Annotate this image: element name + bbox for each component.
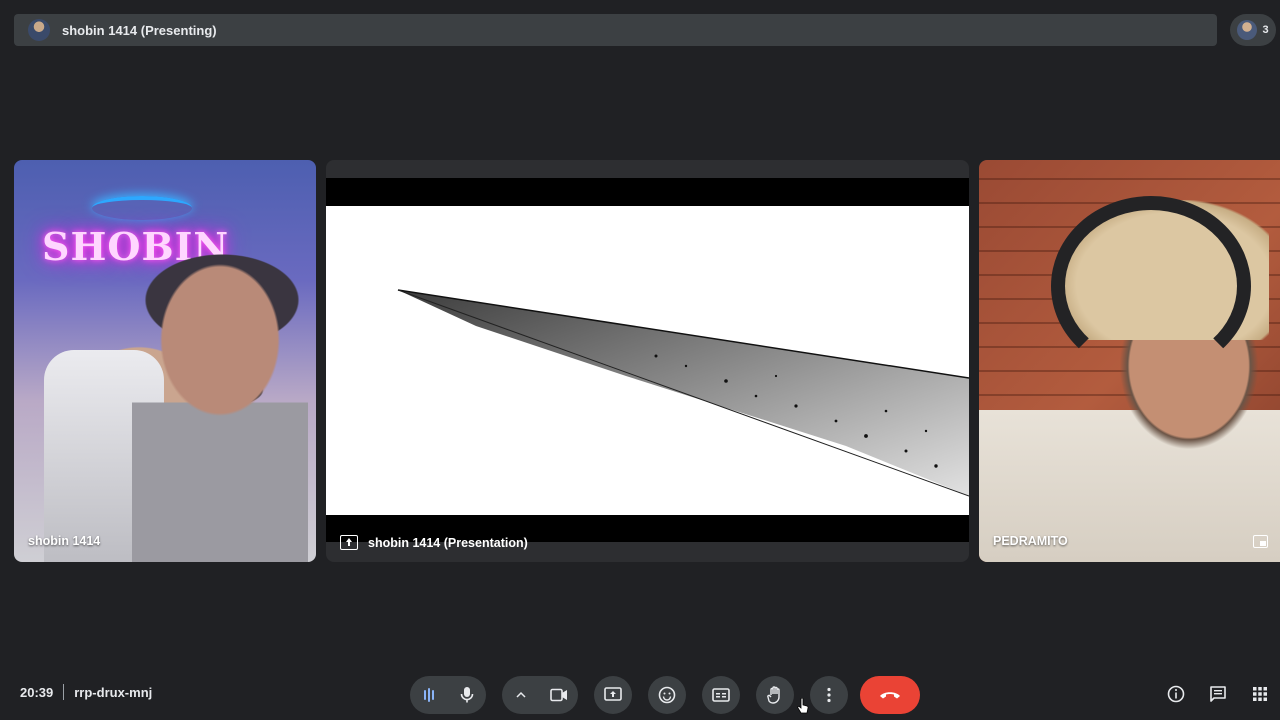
more-options-icon	[827, 687, 831, 703]
audio-controls	[410, 676, 486, 714]
emoji-icon	[658, 686, 676, 704]
chat-button[interactable]	[1208, 684, 1228, 704]
presenting-title: shobin 1414 (Presenting)	[62, 22, 217, 38]
participant-name: PEDRAMITO	[993, 534, 1068, 548]
meeting-details: 20:39 rrp-drux-mnj	[20, 684, 152, 700]
presenter-avatar	[28, 19, 50, 41]
knife-blade-image	[397, 289, 969, 497]
presenting-banner[interactable]: shobin 1414 (Presenting)	[14, 14, 1217, 46]
presentation-name: shobin 1414 (Presentation)	[368, 535, 528, 550]
participant-video	[132, 230, 308, 562]
end-call-icon	[880, 692, 900, 699]
more-options-button[interactable]	[810, 676, 848, 714]
participant-avatar	[1237, 20, 1258, 40]
neon-bird	[92, 196, 192, 220]
meeting-details-button[interactable]	[1166, 684, 1186, 704]
present-screen-button[interactable]	[594, 676, 632, 714]
info-icon	[1167, 685, 1185, 703]
captions-icon	[712, 688, 730, 702]
video-controls	[502, 676, 578, 714]
activities-button[interactable]	[1250, 684, 1270, 704]
participant-tile-shobin[interactable]: SHOBIN shobin 1414	[14, 160, 316, 562]
presentation-tile[interactable]: shobin 1414 (Presentation)	[326, 160, 969, 562]
audio-level-button[interactable]	[410, 676, 448, 714]
hand-cursor-icon	[797, 698, 809, 714]
video-options-button[interactable]	[502, 676, 540, 714]
end-call-button[interactable]	[860, 676, 920, 714]
reactions-button[interactable]	[648, 676, 686, 714]
camera-button[interactable]	[540, 676, 578, 714]
participant-name: shobin 1414	[28, 534, 101, 548]
microphone-button[interactable]	[448, 676, 486, 714]
microphone-icon	[460, 687, 474, 703]
audio-level-icon	[424, 688, 434, 702]
presentation-label: shobin 1414 (Presentation)	[340, 535, 528, 550]
present-icon	[340, 535, 358, 550]
picture-in-picture-icon[interactable]	[1253, 535, 1268, 548]
raise-hand-button[interactable]	[756, 676, 794, 714]
raise-hand-icon	[767, 686, 780, 704]
divider	[63, 684, 65, 700]
meeting-code: rrp-drux-mnj	[74, 684, 153, 700]
captions-button[interactable]	[702, 676, 740, 714]
participants-button[interactable]: 3	[1230, 14, 1276, 46]
chevron-up-icon	[516, 691, 526, 698]
participant-headset	[1051, 196, 1251, 376]
call-controls	[410, 676, 920, 714]
camera-icon	[550, 688, 567, 702]
present-screen-icon	[604, 687, 622, 701]
participant-count: 3	[1262, 24, 1269, 36]
side-panel-controls	[1166, 684, 1270, 704]
participant-tile-pedramito[interactable]: PEDRAMITO	[979, 160, 1280, 562]
clock-time: 20:39	[20, 684, 54, 700]
presentation-slide	[326, 206, 969, 515]
chat-icon	[1210, 686, 1226, 702]
apps-grid-icon	[1253, 687, 1267, 701]
